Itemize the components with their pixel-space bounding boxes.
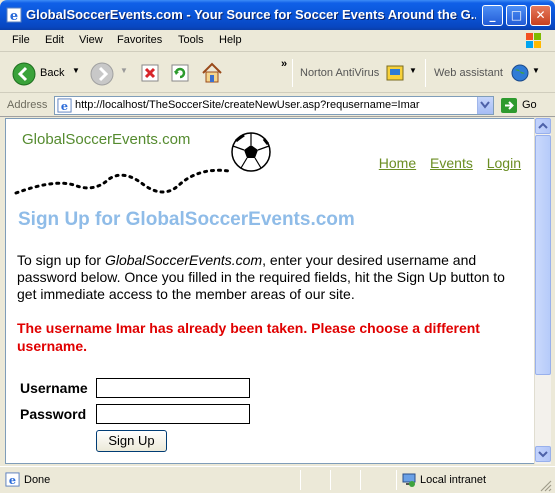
password-input[interactable]: [96, 404, 250, 424]
menu-favorites[interactable]: Favorites: [117, 34, 162, 46]
page-status-icon: e: [5, 472, 20, 487]
go-button[interactable]: Go: [522, 99, 537, 111]
vertical-scrollbar[interactable]: [534, 118, 551, 464]
svg-text:e: e: [10, 9, 18, 23]
soccer-ball-icon: [231, 132, 271, 172]
go-arrow-icon[interactable]: [500, 97, 518, 114]
back-button-label[interactable]: Back: [40, 67, 64, 79]
stop-icon[interactable]: [140, 63, 160, 83]
address-bar: Address e http://localhost/TheSoccerSite…: [0, 94, 555, 117]
nav-events-link[interactable]: Events: [430, 155, 473, 171]
refresh-icon[interactable]: [170, 63, 190, 83]
scroll-up-icon[interactable]: [535, 118, 551, 134]
nav-home-link[interactable]: Home: [379, 155, 416, 171]
toolbar-separator: [292, 59, 293, 87]
minimize-button[interactable]: _: [482, 5, 503, 26]
address-dropdown-icon[interactable]: [477, 97, 493, 114]
scroll-down-icon[interactable]: [535, 446, 551, 462]
forward-dropdown-icon[interactable]: ▼: [120, 66, 128, 75]
sign-up-button[interactable]: Sign Up: [96, 430, 167, 452]
address-url: http://localhost/TheSoccerSite/createNew…: [75, 99, 420, 111]
home-icon[interactable]: [200, 61, 224, 85]
intro-paragraph: To sign up for GlobalSoccerEvents.com, e…: [17, 252, 527, 303]
back-dropdown-icon[interactable]: ▼: [72, 66, 80, 75]
local-intranet-icon: [402, 473, 416, 487]
address-input[interactable]: e http://localhost/TheSoccerSite/createN…: [54, 96, 494, 115]
nav-login-link[interactable]: Login: [487, 155, 521, 171]
toolbar-separator: [425, 59, 426, 87]
forward-arrow-icon[interactable]: [90, 62, 114, 86]
menu-help[interactable]: Help: [219, 34, 242, 46]
page-content: GlobalSoccerEvents.com Home Events Login…: [5, 118, 536, 464]
menu-file[interactable]: File: [12, 34, 30, 46]
windows-logo-icon: [526, 33, 541, 48]
back-arrow-icon[interactable]: [12, 62, 36, 86]
status-divider: [360, 470, 361, 490]
site-logo-text: GlobalSoccerEvents.com: [22, 131, 191, 148]
status-text: Done: [24, 474, 51, 486]
toolbar: Back ▼ ▼ » Norton AntiVirus ▼ Web assist…: [0, 53, 555, 93]
svg-text:e: e: [9, 473, 16, 487]
page-icon: e: [57, 98, 72, 113]
username-input[interactable]: [96, 378, 250, 398]
status-bar: e Done Local intranet: [0, 466, 555, 493]
intro-prefix: To sign up for: [17, 252, 105, 268]
status-divider: [330, 470, 331, 490]
site-nav: Home Events Login: [369, 155, 521, 171]
resize-grip-icon[interactable]: [539, 479, 553, 493]
password-label: Password: [20, 406, 87, 422]
title-bar[interactable]: e GlobalSoccerEvents.com - Your Source f…: [0, 0, 555, 30]
menu-bar: File Edit View Favorites Tools Help: [0, 30, 555, 52]
close-button[interactable]: ✕: [530, 5, 551, 26]
menu-tools[interactable]: Tools: [178, 34, 204, 46]
norton-dropdown-icon[interactable]: ▼: [409, 66, 417, 75]
address-label: Address: [7, 99, 48, 111]
maximize-button[interactable]: □: [506, 5, 527, 26]
menu-edit[interactable]: Edit: [45, 34, 64, 46]
norton-antivirus-label[interactable]: Norton AntiVirus: [300, 67, 379, 79]
username-label: Username: [20, 380, 88, 396]
menu-view[interactable]: View: [79, 34, 103, 46]
window-title: GlobalSoccerEvents.com - Your Source for…: [26, 7, 476, 22]
scrollbar-thumb[interactable]: [535, 135, 551, 375]
security-zone-text: Local intranet: [420, 474, 487, 486]
web-assistant-dropdown-icon[interactable]: ▼: [532, 66, 540, 75]
svg-text:e: e: [61, 99, 68, 113]
error-message: The username Imar has already been taken…: [17, 320, 480, 354]
page-heading: Sign Up for GlobalSoccerEvents.com: [18, 209, 355, 230]
status-divider: [300, 470, 301, 490]
intro-site-name: GlobalSoccerEvents.com: [104, 252, 263, 268]
norton-icon[interactable]: [385, 63, 405, 83]
toolbar-overflow-chevron[interactable]: »: [281, 58, 287, 70]
soccer-ball-logo-icon: [14, 168, 231, 195]
status-divider: [396, 470, 397, 490]
web-assistant-label[interactable]: Web assistant: [434, 67, 503, 79]
ie-icon: e: [6, 7, 22, 23]
globe-icon[interactable]: [510, 63, 530, 83]
